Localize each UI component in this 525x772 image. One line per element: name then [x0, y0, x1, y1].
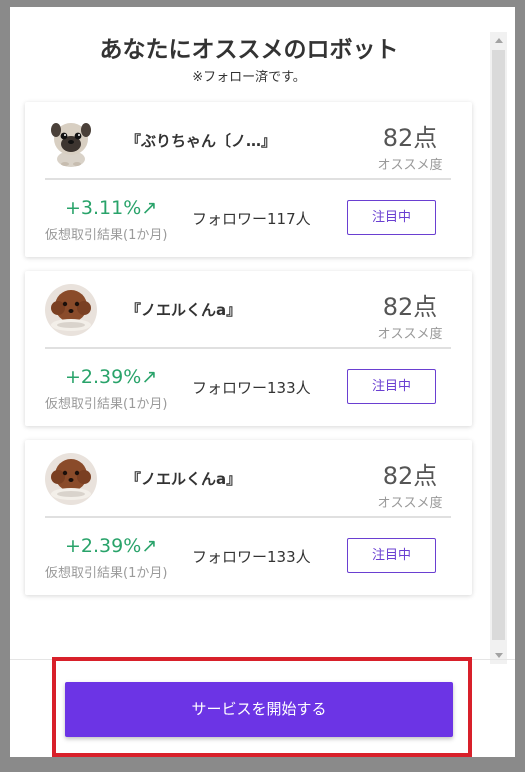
card-divider — [45, 347, 451, 349]
recommendation-modal: あなたにオススメのロボット ※フォロー済です。 『ぶりちゃん〔ノ…』 82点 オ… — [10, 7, 515, 757]
robot-card: 『ノエルくんa』 82点 オススメ度 +2.39%↗ 仮想取引結果(1か月) フ… — [25, 271, 472, 426]
performance-label: 仮想取引結果(1か月) — [45, 397, 168, 412]
score-label: オススメ度 — [377, 496, 443, 511]
vertical-scrollbar[interactable] — [490, 32, 507, 664]
robot-score: 82点 — [382, 293, 438, 321]
watching-button[interactable]: 注目中 — [347, 538, 436, 573]
follower-count: フォロワー133人 — [192, 548, 311, 566]
scroll-thumb[interactable] — [492, 50, 505, 640]
card-divider — [45, 178, 451, 180]
modal-content: あなたにオススメのロボット ※フォロー済です。 『ぶりちゃん〔ノ…』 82点 オ… — [10, 7, 488, 659]
poodle-avatar-icon — [45, 453, 97, 505]
follower-count: フォロワー133人 — [192, 379, 311, 397]
robot-name: 『ノエルくんa』 — [126, 470, 242, 488]
watching-button[interactable]: 注目中 — [347, 200, 436, 235]
performance-value: +2.39%↗ — [65, 366, 158, 388]
scroll-down-arrow-icon[interactable] — [495, 653, 503, 658]
pug-avatar-icon — [45, 115, 97, 167]
robot-score: 82点 — [382, 462, 438, 490]
robot-card: 『ノエルくんa』 82点 オススメ度 +2.39%↗ 仮想取引結果(1か月) フ… — [25, 440, 472, 595]
robot-name: 『ぶりちゃん〔ノ…』 — [126, 132, 277, 150]
start-service-button[interactable]: サービスを開始する — [65, 682, 453, 737]
performance-label: 仮想取引結果(1か月) — [45, 228, 168, 243]
robot-score: 82点 — [382, 124, 438, 152]
robot-card: 『ぶりちゃん〔ノ…』 82点 オススメ度 +3.11%↗ 仮想取引結果(1か月)… — [25, 102, 472, 257]
performance-value: +3.11%↗ — [65, 197, 158, 219]
score-label: オススメ度 — [377, 158, 443, 173]
performance-label: 仮想取引結果(1か月) — [45, 566, 168, 581]
score-label: オススメ度 — [377, 327, 443, 342]
page-title: あなたにオススメのロボット — [99, 37, 399, 63]
watching-button[interactable]: 注目中 — [347, 369, 436, 404]
scroll-up-arrow-icon[interactable] — [495, 38, 503, 43]
performance-value: +2.39%↗ — [65, 535, 158, 557]
poodle-avatar-icon — [45, 284, 97, 336]
robot-name: 『ノエルくんa』 — [126, 301, 242, 319]
card-divider — [45, 516, 451, 518]
follower-count: フォロワー117人 — [192, 210, 311, 228]
page-subtitle: ※フォロー済です。 — [192, 70, 306, 85]
